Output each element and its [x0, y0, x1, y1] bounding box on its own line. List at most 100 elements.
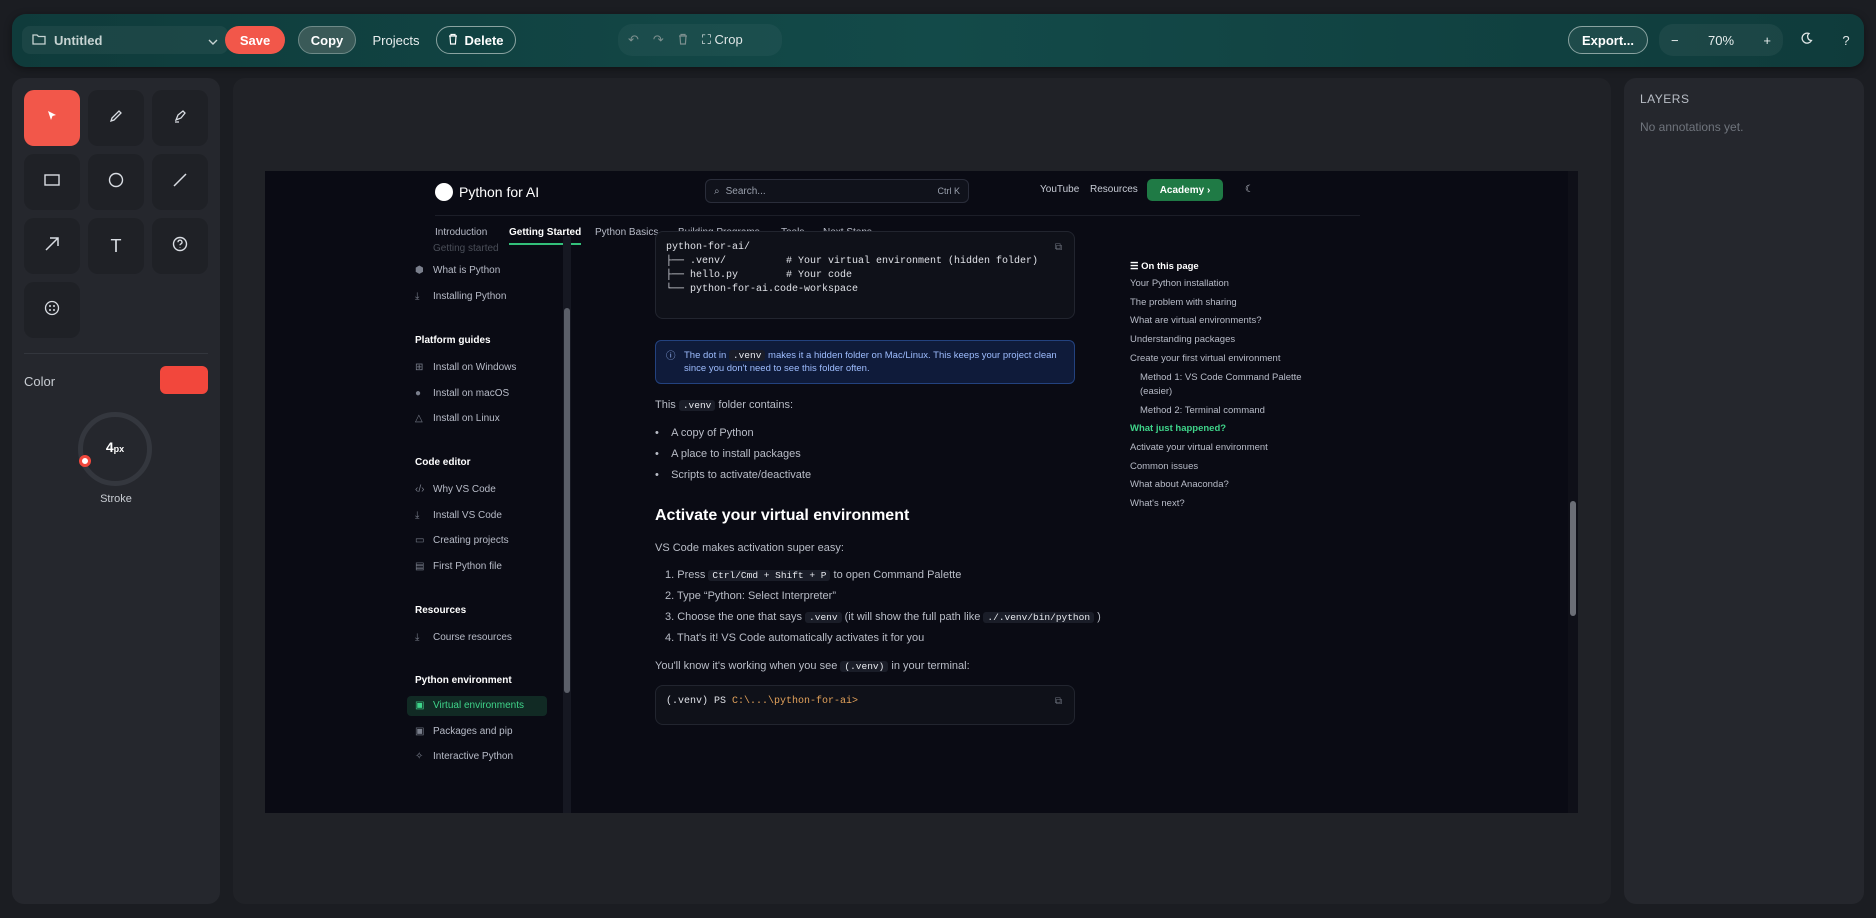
sidebar-item-installing-python[interactable]: Installing Python [433, 291, 506, 302]
tool-panel: T Color 4px Stroke [12, 78, 220, 904]
help-button[interactable]: ? [1834, 26, 1858, 54]
trash-icon[interactable] [678, 33, 688, 48]
stroke-label: Stroke [100, 493, 132, 505]
export-button[interactable]: Export... [1568, 26, 1648, 54]
rectangle-tool[interactable] [24, 154, 80, 210]
toc-item[interactable]: Activate your virtual environment [1130, 442, 1268, 453]
tab-introduction[interactable]: Introduction [435, 227, 487, 238]
code-line: ├── hello.py # Your code [666, 270, 853, 281]
dots-grid-icon [44, 300, 60, 321]
zoom-control: − 70% + [1659, 24, 1783, 56]
sidebar-item-faded[interactable]: Getting started [433, 243, 499, 254]
folder-icon: ▭ [415, 535, 425, 546]
toc-item[interactable]: What's next? [1130, 498, 1185, 509]
sidebar-item-course-resources[interactable]: Course resources [433, 632, 512, 643]
toc-item[interactable]: (easier) [1140, 386, 1172, 397]
toc-item-active[interactable]: What just happened? [1130, 423, 1226, 434]
stroke-knob[interactable] [79, 455, 91, 467]
code-line: (.venv) PS C:\...\python-for-ai> [666, 696, 859, 707]
ellipse-tool[interactable] [88, 154, 144, 210]
python-icon: ⬢ [415, 265, 424, 276]
code-line: python-for-ai/ [666, 242, 751, 253]
sparkle-icon: ✧ [415, 751, 424, 762]
delete-label: Delete [464, 32, 504, 48]
delete-button[interactable]: Delete [436, 26, 516, 54]
toc-title: ☰ On this page [1130, 261, 1199, 272]
box-icon: ▣ [415, 726, 425, 737]
sidebar-item-macos[interactable]: Install on macOS [433, 388, 509, 399]
toc-item[interactable]: The problem with sharing [1130, 297, 1237, 308]
arrow-tool[interactable] [24, 218, 80, 274]
sidebar-item-packages-pip[interactable]: Packages and pip [433, 726, 513, 737]
list-item: 4. That's it! VS Code automatically acti… [665, 632, 925, 644]
toc-item[interactable]: What about Anaconda? [1130, 479, 1229, 490]
undo-icon[interactable]: ↶ [628, 32, 639, 48]
zoom-out-button[interactable]: − [1671, 33, 1679, 48]
arrow-icon [44, 236, 60, 257]
list-item: • Scripts to activate/deactivate [655, 469, 812, 481]
toc-item[interactable]: Common issues [1130, 461, 1198, 472]
blur-tool[interactable] [24, 282, 80, 338]
link-youtube[interactable]: YouTube [1040, 184, 1079, 195]
toc-item[interactable]: Method 2: Terminal command [1140, 405, 1265, 416]
toc-item[interactable]: Your Python installation [1130, 278, 1229, 289]
copy-button[interactable]: Copy [298, 26, 356, 54]
stroke-dial[interactable]: 4px [78, 412, 152, 486]
projects-button[interactable]: Projects [364, 26, 428, 54]
sidebar-item-linux[interactable]: Install on Linux [433, 413, 500, 424]
moon-icon[interactable]: ☾ [1245, 184, 1254, 195]
sidebar-item-interactive-python[interactable]: Interactive Python [433, 751, 513, 762]
page-scrollbar[interactable] [1568, 171, 1578, 813]
sidebar-scroll-thumb[interactable] [564, 308, 570, 693]
sidebar-item-install-vscode[interactable]: Install VS Code [433, 510, 502, 521]
paragraph: VS Code makes activation super easy: [655, 542, 844, 554]
toc-item[interactable]: Understanding packages [1130, 334, 1235, 345]
download-icon: ⤓ [415, 510, 420, 521]
search-icon: ⌕ [714, 185, 720, 197]
layers-title: LAYERS [1640, 92, 1690, 106]
theme-toggle[interactable] [1794, 26, 1818, 54]
toc-item[interactable]: Method 1: VS Code Command Palette [1140, 372, 1302, 383]
paragraph: This .venv folder contains: [655, 399, 794, 411]
crop-icon: ⛶ [701, 32, 711, 47]
zoom-in-button[interactable]: + [1763, 33, 1771, 48]
site-search[interactable]: ⌕ Search... Ctrl K [705, 179, 969, 203]
toc-item[interactable]: Create your first virtual environment [1130, 353, 1280, 364]
sidebar-item-creating-projects[interactable]: Creating projects [433, 535, 509, 546]
site-logo[interactable]: Python for AI [435, 183, 539, 201]
sidebar-item-first-file[interactable]: First Python file [433, 561, 502, 572]
sidebar-item-virtual-environments[interactable]: Virtual environments [433, 700, 524, 711]
save-button[interactable]: Save [225, 26, 285, 54]
apple-icon: ● [415, 388, 422, 399]
line-tool[interactable] [152, 154, 208, 210]
stroke-value: 4px [105, 439, 125, 455]
project-selector[interactable]: Untitled [22, 26, 228, 54]
sidebar-item-why-vscode[interactable]: Why VS Code [433, 484, 496, 495]
link-resources[interactable]: Resources [1090, 184, 1138, 195]
list-item: • A copy of Python [655, 427, 754, 439]
select-tool[interactable] [24, 90, 80, 146]
sidebar-scrollbar[interactable] [563, 236, 571, 813]
toc-item[interactable]: What are virtual environments? [1130, 315, 1261, 326]
tab-python-basics[interactable]: Python Basics [595, 227, 658, 238]
academy-button[interactable]: Academy › [1147, 179, 1223, 201]
code-icon: ‹/› [415, 484, 425, 495]
page-scroll-thumb[interactable] [1570, 501, 1576, 616]
sidebar-item-what-is-python[interactable]: What is Python [433, 265, 500, 276]
download-icon: ⤓ [415, 291, 420, 302]
callout-tool[interactable] [152, 218, 208, 274]
copy-icon[interactable]: ⧉ [1055, 242, 1062, 254]
copy-icon[interactable]: ⧉ [1055, 696, 1062, 708]
info-callout: ⓘ The dot in .venv makes it a hidden fol… [655, 340, 1075, 384]
crop-button[interactable]: ⛶ Crop [702, 32, 743, 48]
highlighter-tool[interactable] [152, 90, 208, 146]
sidebar-item-windows[interactable]: Install on Windows [433, 362, 516, 373]
text-tool[interactable]: T [88, 218, 144, 274]
color-swatch[interactable] [160, 366, 208, 394]
screenshot-image[interactable]: Python for AI ⌕ Search... Ctrl K YouTube… [265, 171, 1578, 813]
redo-icon[interactable]: ↷ [653, 32, 664, 48]
pencil-tool[interactable] [88, 90, 144, 146]
zoom-level: 70% [1707, 32, 1735, 48]
color-label: Color [24, 374, 56, 389]
linux-icon: △ [415, 413, 423, 424]
